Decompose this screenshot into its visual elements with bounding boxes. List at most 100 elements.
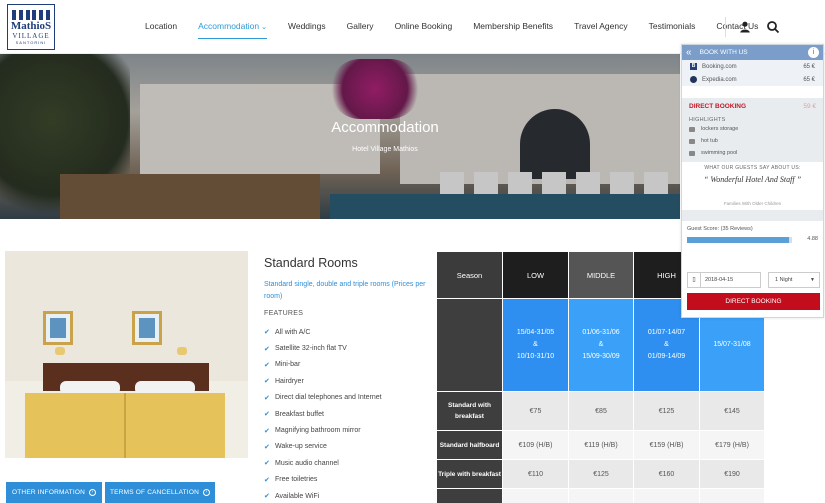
double-chevron-left-icon[interactable]: « bbox=[686, 47, 692, 58]
check-icon: ✔ bbox=[264, 493, 270, 501]
date-joiner: & bbox=[598, 341, 604, 348]
highlight-label: swimming pool bbox=[701, 150, 738, 156]
booking-form: ▯ 2018-04-15 1 Night ▼ bbox=[687, 272, 820, 288]
page: MathioS VILLAGE SANTORINI Location Accom… bbox=[0, 0, 825, 503]
price-row: Standard halfboard €109 (H/B) €119 (H/B)… bbox=[436, 430, 765, 460]
check-icon: ✔ bbox=[264, 476, 270, 484]
check-icon: ✔ bbox=[264, 345, 270, 353]
price-cell: €109 (H/B) bbox=[502, 430, 569, 460]
ota-price: 65 € bbox=[803, 63, 815, 70]
direct-booking-row[interactable]: DIRECT BOOKING 59 € bbox=[682, 98, 823, 114]
low-season-header: LOW bbox=[502, 251, 569, 299]
circle-arrow-icon: › bbox=[202, 489, 210, 496]
feature-label: All with A/C bbox=[275, 328, 311, 336]
date-range: 01/06-31/06 bbox=[582, 329, 620, 336]
ota-row-expedia[interactable]: Expedia.com 65 € bbox=[682, 73, 823, 86]
feature-item: ✔ Free toiletries bbox=[264, 472, 382, 488]
logo-building-mark bbox=[12, 9, 50, 20]
room-photo-frame-left bbox=[43, 311, 73, 345]
bathtub-icon bbox=[689, 138, 695, 144]
date-range: 15/07-31/08 bbox=[713, 341, 751, 348]
hero-overlay bbox=[0, 54, 680, 219]
user-icon[interactable] bbox=[738, 20, 752, 34]
feature-item: ✔ Satellite 32-inch flat TV bbox=[264, 340, 382, 356]
price-cell: €179 (H/B) bbox=[699, 430, 765, 460]
info-icon[interactable]: i bbox=[808, 47, 819, 58]
search-icon[interactable] bbox=[766, 20, 780, 34]
feature-item: ✔ Breakfast buffet bbox=[264, 406, 382, 422]
caret-down-icon: ▼ bbox=[810, 277, 815, 283]
checkin-date-input[interactable]: 2018-04-15 bbox=[701, 272, 761, 288]
date-range: 01/07-14/07 bbox=[647, 329, 686, 336]
highlight-item: swimming pool bbox=[682, 147, 823, 159]
nav-travel-agency[interactable]: Travel Agency bbox=[574, 21, 628, 31]
highlight-item: lockers storage bbox=[682, 123, 823, 135]
feature-label: Direct dial telephones and Internet bbox=[275, 394, 382, 402]
calendar-icon[interactable]: ▯ bbox=[687, 272, 701, 288]
hero-banner bbox=[0, 54, 680, 219]
direct-booking-button[interactable]: DIRECT BOOKING bbox=[687, 293, 820, 310]
highlights-heading: HIGHLIGHTS bbox=[689, 117, 726, 123]
other-information-button[interactable]: OTHER INFORMATION › bbox=[6, 482, 102, 503]
feature-label: Wake-up service bbox=[275, 443, 327, 451]
ota-row-booking[interactable]: B Booking.com 65 € bbox=[682, 60, 823, 73]
hero-subtitle: Hotel Village Mathios bbox=[352, 146, 418, 153]
header-divider bbox=[725, 17, 726, 37]
feature-item: ✔ Music audio channel bbox=[264, 455, 382, 471]
price-cell: €145 bbox=[699, 391, 765, 431]
logo-text-santorini: SANTORINI bbox=[15, 39, 47, 45]
feature-label: Satellite 32-inch flat TV bbox=[275, 345, 347, 353]
nav-gallery[interactable]: Gallery bbox=[347, 21, 374, 31]
nav-weddings[interactable]: Weddings bbox=[288, 21, 326, 31]
room-photo-frame-right bbox=[132, 311, 162, 345]
guest-score-value: 4.88 bbox=[807, 236, 818, 242]
price-cell: €110 bbox=[502, 459, 569, 489]
book-with-us-header[interactable]: « BOOK WITH US i bbox=[682, 45, 823, 60]
middle-season-dates: 01/06-31/06 & 15/09-30/09 bbox=[568, 298, 634, 392]
price-row: Standard with breakfast €75 €85 €125 €14… bbox=[436, 391, 765, 431]
guest-quote-body: Wonderful Hotel And Staff bbox=[710, 175, 795, 184]
expedia-icon bbox=[690, 76, 697, 83]
hero-title: Accommodation bbox=[331, 119, 439, 136]
hotel-logo[interactable]: MathioS VILLAGE SANTORINI bbox=[7, 4, 55, 50]
middle-season-header: MIDDLE bbox=[568, 251, 634, 299]
price-cell: €85 bbox=[568, 391, 634, 431]
feature-label: Breakfast buffet bbox=[275, 410, 324, 418]
room-photo[interactable] bbox=[5, 251, 248, 458]
ota-name: Booking.com bbox=[702, 63, 737, 70]
room-type-label-partial bbox=[436, 488, 503, 503]
price-cell bbox=[699, 488, 765, 503]
nav-online-booking[interactable]: Online Booking bbox=[395, 21, 453, 31]
ota-price: 65 € bbox=[803, 76, 815, 83]
nights-select[interactable]: 1 Night ▼ bbox=[768, 272, 820, 288]
nav-accommodation[interactable]: Accommodation ⌄ bbox=[198, 21, 267, 39]
room-type-label: Standard halfboard bbox=[436, 430, 503, 460]
terms-of-cancellation-button[interactable]: TERMS OF CANCELLATION › bbox=[105, 482, 215, 503]
guest-quote: WHAT OUR GUESTS SAY ABOUT US: “ Wonderfu… bbox=[682, 162, 823, 210]
check-icon: ✔ bbox=[264, 361, 270, 369]
room-photo-beds bbox=[25, 393, 225, 458]
check-icon: ✔ bbox=[264, 427, 270, 435]
other-information-label: OTHER INFORMATION bbox=[12, 489, 85, 496]
nav-testimonials[interactable]: Testimonials bbox=[649, 21, 696, 31]
direct-booking-price: 59 € bbox=[803, 102, 816, 110]
room-type-label: Triple with breakfast bbox=[436, 459, 503, 489]
room-photo-lamp-left bbox=[55, 347, 65, 355]
nav-location[interactable]: Location bbox=[145, 21, 177, 31]
main-nav: Location Accommodation ⌄ Weddings Gallery… bbox=[145, 21, 779, 39]
price-cell bbox=[502, 488, 569, 503]
feature-item: ✔ Available WiFi bbox=[264, 488, 382, 503]
check-icon: ✔ bbox=[264, 460, 270, 468]
check-icon: ✔ bbox=[264, 329, 270, 337]
date-range: 15/09-30/09 bbox=[582, 353, 620, 360]
date-joiner: & bbox=[664, 341, 669, 348]
feature-label: Mini-bar bbox=[275, 361, 301, 369]
circle-arrow-icon: › bbox=[88, 489, 96, 496]
swimmer-icon bbox=[689, 150, 695, 156]
nav-membership-benefits[interactable]: Membership Benefits bbox=[473, 21, 553, 31]
nav-accommodation-label: Accommodation bbox=[198, 21, 260, 31]
guest-score-label: Guest Score: (35 Reviews) bbox=[687, 226, 753, 232]
logo-text-village: VILLAGE bbox=[12, 31, 50, 40]
logo-text-mathios: MathioS bbox=[10, 19, 52, 32]
check-icon: ✔ bbox=[264, 394, 270, 402]
